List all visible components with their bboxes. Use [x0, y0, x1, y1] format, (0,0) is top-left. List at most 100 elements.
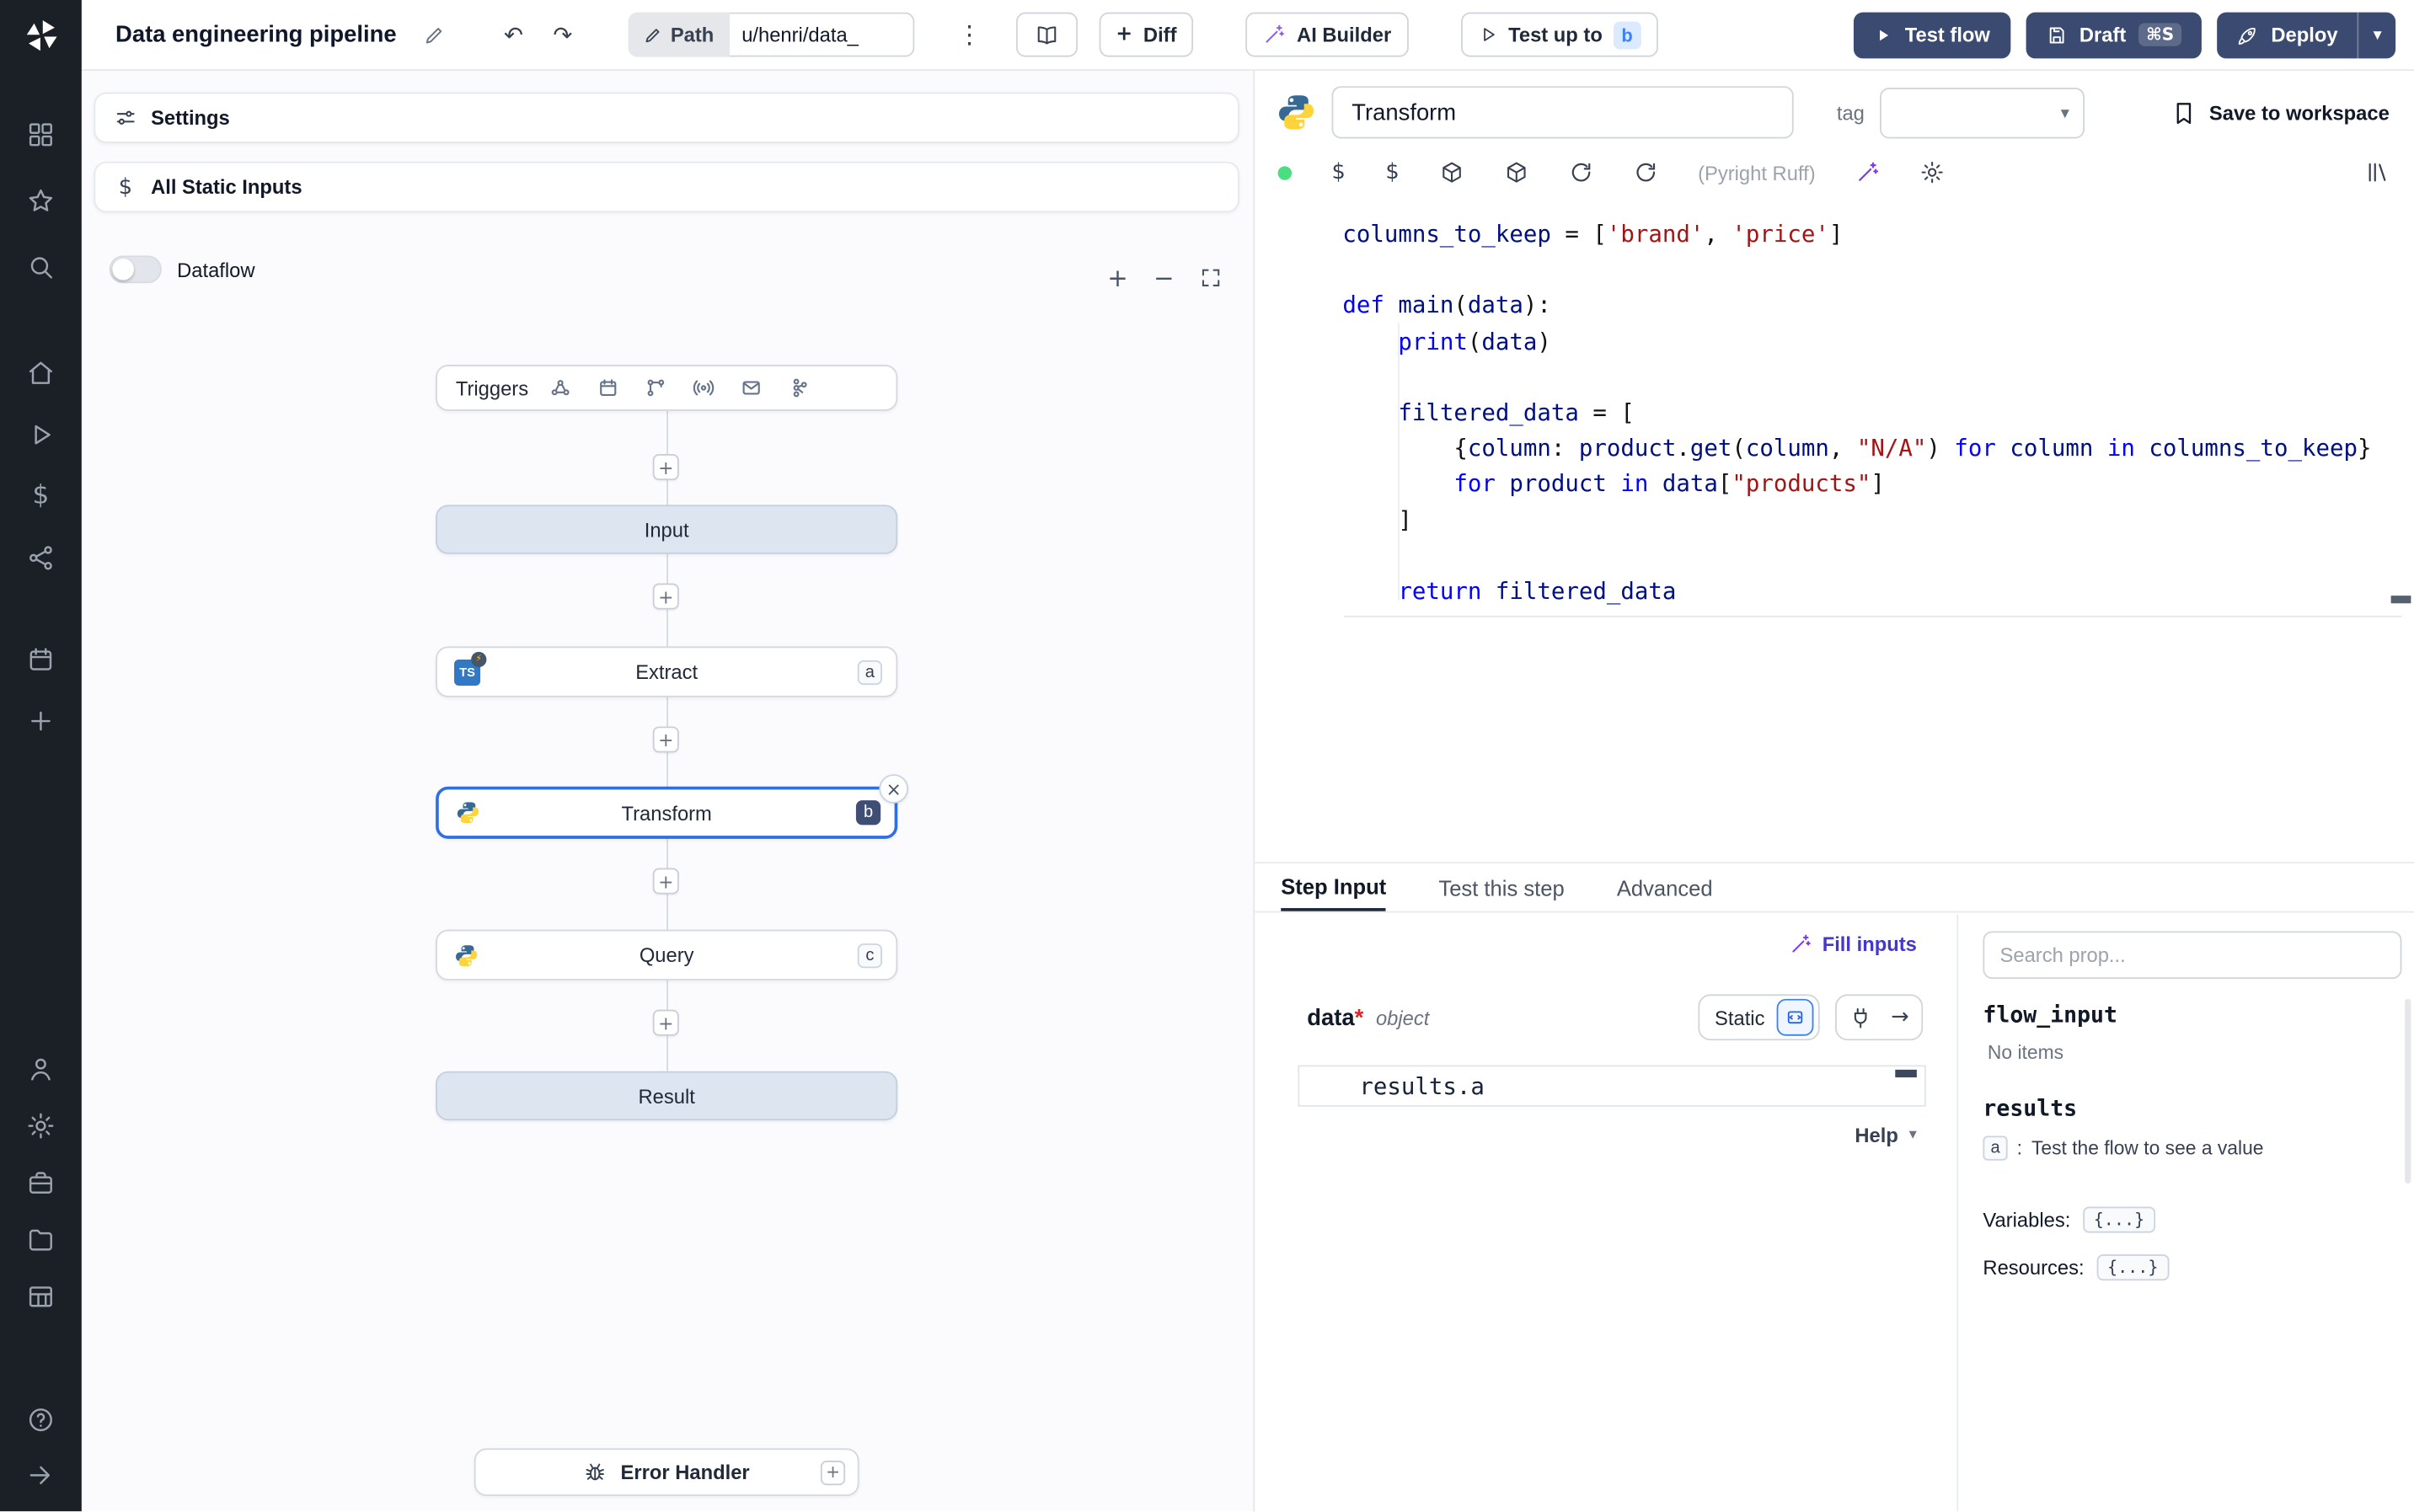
python-icon	[454, 943, 479, 967]
package-cube-icon[interactable]	[1439, 160, 1464, 184]
editor-scrollbar[interactable]	[2390, 596, 2411, 604]
toggle-library-panel-icon[interactable]	[2365, 160, 2390, 184]
create-plus-icon[interactable]	[0, 690, 82, 751]
input-expression-editor[interactable]: results.a	[1298, 1065, 1926, 1107]
path-input[interactable]	[729, 12, 914, 57]
insert-step-button-2[interactable]: +	[652, 583, 679, 610]
results-section-header[interactable]: results	[1983, 1098, 2401, 1122]
workers-briefcase-icon[interactable]	[0, 1154, 82, 1211]
folders-icon[interactable]	[0, 1211, 82, 1269]
query-step-node[interactable]: Query c	[436, 929, 898, 980]
prop-pane-scrollbar[interactable]	[2405, 998, 2411, 1184]
editor-settings-gear-icon[interactable]	[1920, 160, 1945, 184]
refresh-icon[interactable]	[1569, 160, 1593, 184]
sidebar: $	[0, 0, 82, 1512]
result-node-label: Result	[638, 1084, 695, 1108]
ai-wand-icon[interactable]	[1855, 160, 1880, 184]
refresh-icon-2[interactable]	[1633, 160, 1657, 184]
tab-step-input[interactable]: Step Input	[1281, 863, 1387, 911]
bolt-icon: ⚡	[471, 650, 487, 667]
webhook-trigger-icon[interactable]	[550, 377, 572, 399]
users-icon[interactable]	[0, 1040, 82, 1098]
result-node[interactable]: Result	[436, 1071, 898, 1121]
favorites-star-icon[interactable]	[0, 168, 82, 234]
save-to-workspace-button[interactable]: Save to workspace	[2170, 99, 2395, 126]
runs-play-icon[interactable]	[0, 403, 82, 465]
all-static-inputs-button[interactable]: $ All Static Inputs	[94, 161, 1239, 213]
docs-book-button[interactable]	[1015, 12, 1078, 57]
insert-step-button-1[interactable]: +	[652, 454, 679, 481]
bug-icon	[584, 1461, 607, 1483]
fit-view-button[interactable]	[1191, 259, 1228, 296]
result-item-row[interactable]: a : Test the flow to see a value	[1983, 1135, 2401, 1161]
diff-button[interactable]: + Diff	[1099, 12, 1194, 57]
test-up-to-button[interactable]: Test up to b	[1460, 12, 1658, 57]
chevron-down-icon: ▾	[2060, 102, 2069, 123]
extract-step-node[interactable]: TS ⚡ Extract a	[436, 646, 898, 697]
python-icon	[456, 800, 480, 825]
dataflow-toggle[interactable]	[109, 255, 162, 284]
delete-step-close-icon[interactable]: ×	[879, 774, 909, 804]
path-button[interactable]: Path	[627, 12, 730, 57]
static-mode-toggle[interactable]: Static	[1697, 994, 1821, 1041]
test-flow-button[interactable]: Test flow	[1854, 11, 2010, 58]
flow-settings-button[interactable]: Settings	[94, 92, 1239, 143]
deploy-button[interactable]: Deploy ▾	[2217, 11, 2396, 58]
schedules-calendar-icon[interactable]	[0, 628, 82, 689]
settings-gear-icon[interactable]	[0, 1098, 82, 1155]
schedule-trigger-icon[interactable]	[597, 377, 619, 399]
tag-select[interactable]: ▾	[1880, 87, 2085, 138]
input-node-label: Input	[644, 517, 689, 542]
undo-button[interactable]: ↶	[492, 13, 535, 56]
websocket-trigger-icon[interactable]	[693, 377, 715, 399]
collapse-arrow-icon[interactable]	[0, 1447, 82, 1503]
ai-builder-button[interactable]: AI Builder	[1245, 12, 1409, 57]
dollar-icon-2[interactable]: $	[1385, 160, 1399, 184]
variables-value-chip[interactable]: {...}	[2082, 1206, 2156, 1233]
insert-arrow-icon[interactable]: →	[1891, 1005, 1908, 1029]
deploy-dropdown-chevron-icon[interactable]: ▾	[2358, 11, 2395, 58]
search-icon[interactable]	[0, 234, 82, 301]
help-icon[interactable]	[0, 1392, 82, 1447]
zoom-out-button[interactable]: −	[1145, 259, 1182, 296]
redo-button[interactable]: ↷	[541, 13, 584, 56]
insert-step-button-5[interactable]: +	[652, 1009, 679, 1036]
triggers-node[interactable]: Triggers	[436, 365, 898, 411]
kafka-trigger-icon[interactable]	[789, 377, 811, 399]
lint-assistants-label: (Pyright Ruff)	[1698, 160, 1816, 184]
more-options-kebab-icon[interactable]: ⋮	[951, 13, 988, 56]
input-node[interactable]: Input	[436, 505, 898, 554]
insert-step-button-4[interactable]: +	[652, 868, 679, 895]
status-dot-icon	[1277, 165, 1293, 179]
package-cube-icon-2[interactable]	[1504, 160, 1528, 184]
transform-step-node-selected[interactable]: Transform b ×	[436, 774, 909, 839]
email-trigger-icon[interactable]	[741, 377, 763, 399]
route-trigger-icon[interactable]	[645, 377, 667, 399]
plug-icon[interactable]	[1849, 1006, 1872, 1028]
windmill-logo[interactable]	[0, 0, 82, 71]
zoom-in-button[interactable]: +	[1100, 259, 1137, 296]
code-editor[interactable]: columns_to_keep = ['brand', 'price'] def…	[1255, 208, 2414, 610]
fill-inputs-button[interactable]: Fill inputs	[1788, 932, 1917, 956]
draft-button[interactable]: Draft ⌘S	[2025, 11, 2203, 58]
step-name-input[interactable]	[1331, 86, 1794, 139]
apps-table-icon[interactable]	[0, 1269, 82, 1326]
tab-advanced[interactable]: Advanced	[1617, 863, 1713, 911]
resources-share-icon[interactable]	[0, 526, 82, 588]
resources-value-chip[interactable]: {...}	[2096, 1254, 2170, 1281]
prop-search-input[interactable]	[1983, 931, 2402, 980]
expression-editor-toggle-icon[interactable]	[1777, 998, 1814, 1036]
tab-test-this-step[interactable]: Test this step	[1438, 863, 1564, 911]
add-error-handler-button[interactable]: +	[820, 1460, 846, 1485]
insert-step-button-3[interactable]: +	[652, 726, 679, 753]
dollar-icon[interactable]: $	[1332, 160, 1346, 184]
flow-input-section-header[interactable]: flow_input	[1983, 1003, 2401, 1028]
edit-title-pencil-icon[interactable]	[415, 16, 452, 53]
variables-label: Variables:	[1983, 1208, 2071, 1232]
apps-grid-icon[interactable]	[0, 102, 82, 168]
editor-toolbar: $ $ (Pyright Ruff)	[1255, 145, 2414, 200]
variables-dollar-icon[interactable]: $	[0, 465, 82, 526]
home-icon[interactable]	[0, 342, 82, 403]
help-expander[interactable]: Help ▾	[1855, 1124, 1916, 1146]
error-handler-node[interactable]: Error Handler +	[474, 1448, 859, 1497]
